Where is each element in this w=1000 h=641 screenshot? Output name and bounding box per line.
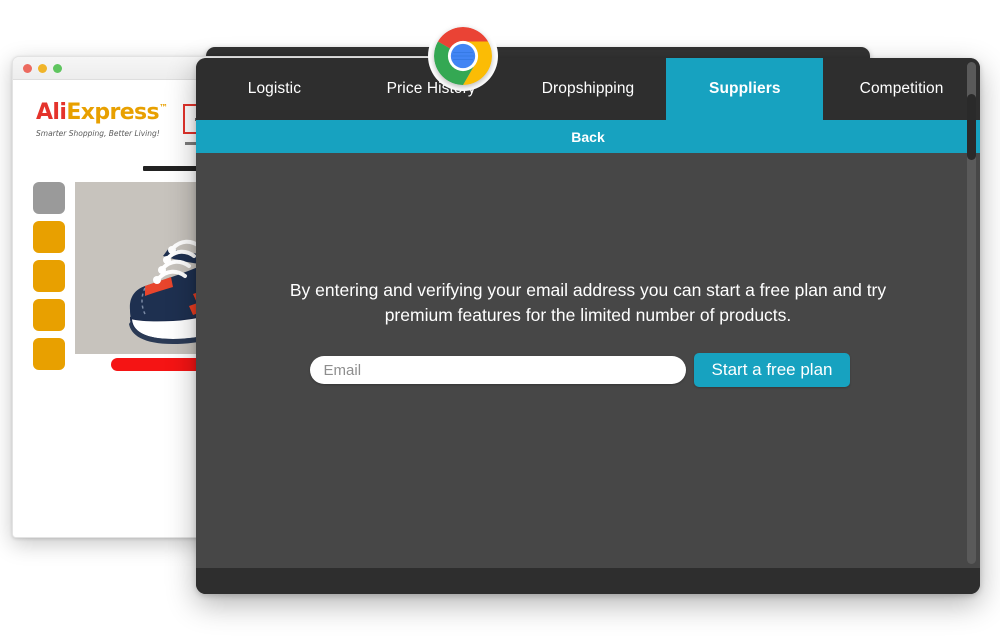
minimize-button-icon[interactable] (38, 63, 47, 73)
aliexpress-logo[interactable]: AliExpress™ Smarter Shopping, Better Liv… (36, 100, 168, 139)
aliexpress-tagline: Smarter Shopping, Better Living! (36, 129, 160, 138)
extension-footer-strip (196, 568, 980, 594)
aliexpress-logo-text: AliExpress™ (36, 100, 168, 125)
product-thumbnail-list (33, 182, 65, 370)
product-thumbnail[interactable] (33, 221, 65, 253)
chrome-logo-icon (434, 27, 492, 85)
product-thumbnail[interactable] (33, 260, 65, 292)
tab-suppliers[interactable]: Suppliers (666, 58, 824, 120)
vertical-scrollbar-track[interactable] (967, 62, 976, 564)
extension-body: By entering and verifying your email add… (196, 153, 980, 594)
signup-form: Start a free plan (196, 353, 980, 387)
logo-text-ali: Ali (36, 100, 67, 125)
extension-tab-bar: Logistic Price History Dropshipping Supp… (196, 58, 980, 120)
zoom-button-icon[interactable] (53, 63, 62, 73)
tab-competition[interactable]: Competition (823, 58, 980, 120)
back-button[interactable]: Back (196, 120, 980, 153)
logo-text-express: Express (66, 100, 160, 125)
vertical-scrollbar-thumb[interactable] (967, 94, 976, 160)
product-thumbnail[interactable] (33, 299, 65, 331)
signup-message: By entering and verifying your email add… (289, 280, 887, 325)
tab-logistic[interactable]: Logistic (196, 58, 353, 120)
start-free-plan-button[interactable]: Start a free plan (693, 353, 851, 387)
product-thumbnail[interactable] (33, 182, 65, 214)
tab-dropshipping[interactable]: Dropshipping (510, 58, 667, 120)
close-button-icon[interactable] (23, 63, 32, 73)
email-input[interactable] (309, 356, 686, 384)
extension-panel: Logistic Price History Dropshipping Supp… (196, 58, 980, 594)
product-thumbnail[interactable] (33, 338, 65, 370)
logo-trademark-symbol: ™ (159, 103, 168, 114)
